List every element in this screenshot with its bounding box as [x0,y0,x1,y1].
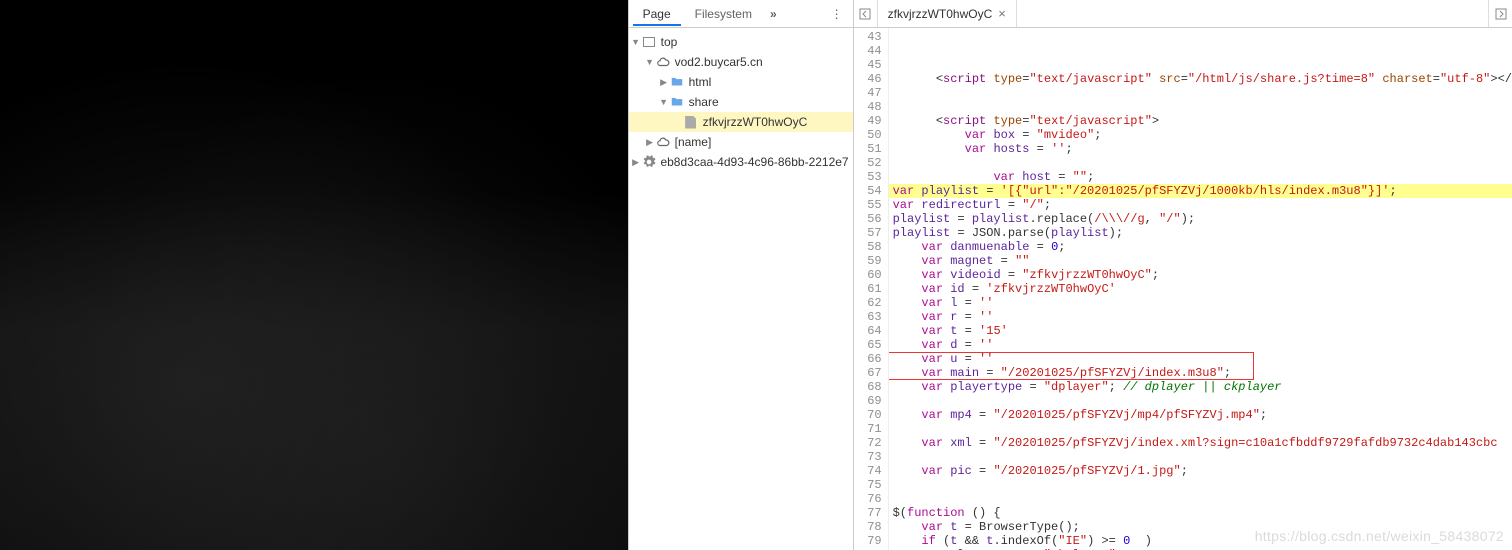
editor-tab-active[interactable]: zfkvjrzzWT0hwOyC × [878,0,1017,27]
tree-label: [name] [675,135,712,149]
folder-icon [669,94,685,110]
tab-page[interactable]: Page [633,3,681,26]
tree-file-selected[interactable]: zfkvjrzzWT0hwOyC [629,112,853,132]
expand-icon: ▶ [645,137,655,148]
file-icon [683,114,699,130]
code-content[interactable]: <script type="text/javascript" src="/htm… [889,28,1512,550]
devtools-panel: Page Filesystem » ⋮ ▼ top ▼ vod2.buycar5… [628,0,1512,550]
webpage-preview [0,0,628,550]
tree-worker[interactable]: ▶ eb8d3caa-4d93-4c96-86bb-2212e7 [629,152,853,172]
expand-icon: ▶ [659,77,669,88]
maximize-button[interactable] [1488,0,1512,27]
file-tree[interactable]: ▼ top ▼ vod2.buycar5.cn ▶ html [629,28,853,550]
tree-name-node[interactable]: ▶ [name] [629,132,853,152]
gear-icon [641,154,657,170]
tab-filesystem[interactable]: Filesystem [685,3,762,25]
expand-icon: ▶ [631,157,641,168]
expand-icon: ▼ [659,97,669,107]
sources-panel: Page Filesystem » ⋮ ▼ top ▼ vod2.buycar5… [629,0,1512,550]
expand-icon: ▼ [631,37,641,47]
navigator-tabs: Page Filesystem » ⋮ [629,0,853,28]
frame-icon [641,34,657,50]
cloud-icon [655,54,671,70]
preview-background [0,0,628,550]
watermark-text: https://blog.csdn.net/weixin_58438072 [1255,528,1504,544]
tree-label: top [661,35,678,49]
cloud-icon [655,134,671,150]
tree-folder-share[interactable]: ▼ share [629,92,853,112]
editor-tabbar: zfkvjrzzWT0hwOyC × [854,0,1512,28]
close-icon[interactable]: × [998,6,1006,21]
tree-domain[interactable]: ▼ vod2.buycar5.cn [629,52,853,72]
folder-icon [669,74,685,90]
tree-label: vod2.buycar5.cn [675,55,763,69]
tree-label: html [689,75,712,89]
code-editor[interactable]: 4344454647484950515253545556575859606162… [854,28,1512,550]
nav-back-button[interactable] [854,0,878,27]
more-tabs-button[interactable]: » [770,7,777,21]
expand-icon: ▼ [645,57,655,67]
tree-top[interactable]: ▼ top [629,32,853,52]
tree-label: eb8d3caa-4d93-4c96-86bb-2212e7 [660,155,848,169]
editor-panel: zfkvjrzzWT0hwOyC × 434445464748495051525… [854,0,1512,550]
editor-tab-label: zfkvjrzzWT0hwOyC [888,7,993,21]
tree-folder-html[interactable]: ▶ html [629,72,853,92]
line-gutter: 4344454647484950515253545556575859606162… [854,28,889,550]
navigator-panel: Page Filesystem » ⋮ ▼ top ▼ vod2.buycar5… [629,0,854,550]
tree-label: share [689,95,719,109]
tree-label: zfkvjrzzWT0hwOyC [703,115,808,129]
navigator-menu-button[interactable]: ⋮ [825,7,849,21]
